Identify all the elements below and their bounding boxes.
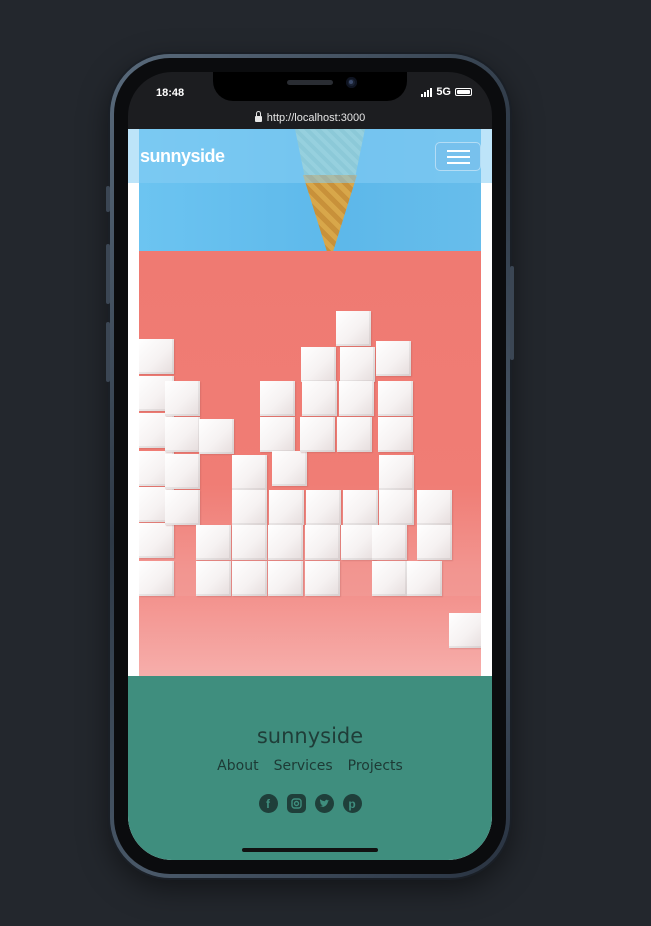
social-links: f p	[128, 794, 492, 813]
pinterest-icon[interactable]: p	[342, 794, 362, 813]
home-indicator[interactable]	[242, 848, 378, 852]
sugar-cube	[417, 490, 452, 525]
sugar-cube	[196, 561, 231, 596]
sugar-cube	[139, 523, 174, 558]
lock-icon	[254, 111, 262, 122]
sugar-cube	[305, 525, 340, 560]
sugar-cube	[269, 490, 304, 525]
phone-mute-switch	[106, 186, 110, 212]
signal-icon	[421, 87, 433, 97]
twitter-icon[interactable]	[314, 794, 334, 813]
sugar-cube	[372, 561, 407, 596]
footer-nav: About Services Projects	[128, 758, 492, 774]
sugar-cube	[196, 525, 231, 560]
sugar-cube	[376, 341, 411, 376]
notch	[213, 72, 407, 101]
status-indicators: 5G	[421, 86, 472, 98]
sugar-cube	[232, 525, 267, 560]
sugar-cube	[341, 525, 376, 560]
sugar-cube	[339, 381, 374, 416]
sugar-cube	[139, 561, 174, 596]
sugar-cube	[336, 311, 371, 346]
footer-link-about[interactable]: About	[217, 758, 258, 774]
sugar-cube	[268, 561, 303, 596]
network-label: 5G	[436, 86, 451, 98]
sugar-cube	[165, 490, 200, 525]
phone-screen: 18:48 5G http://localhost:3000 sunnyside	[128, 72, 492, 860]
footer-logo[interactable]: sunnyside	[128, 724, 492, 748]
footer-link-services[interactable]: Services	[274, 758, 333, 774]
speaker-grille	[287, 80, 333, 85]
sugar-cube	[165, 417, 200, 452]
facebook-icon[interactable]: f	[258, 794, 278, 813]
camera-icon	[346, 77, 357, 88]
sugar-cube	[340, 347, 375, 382]
sugar-cube	[165, 381, 200, 416]
table-surface	[139, 596, 481, 676]
sugar-cube	[378, 417, 413, 452]
sugar-cube	[139, 339, 174, 374]
battery-icon	[455, 88, 472, 96]
sugar-cube	[301, 347, 336, 382]
sugar-cube	[306, 490, 341, 525]
sugar-cube	[232, 455, 267, 490]
sugar-cube	[449, 613, 481, 648]
sugar-cube	[417, 525, 452, 560]
sugar-cube	[379, 490, 414, 525]
sugar-cube	[305, 561, 340, 596]
site-footer: sunnyside About Services Projects f p	[128, 676, 492, 860]
instagram-icon[interactable]	[286, 794, 306, 813]
sugar-cube	[272, 451, 307, 486]
status-time: 18:48	[156, 87, 185, 99]
web-page: sunnyside sunnyside About Services Proje…	[128, 129, 492, 860]
sugar-cube	[337, 417, 372, 452]
site-logo[interactable]: sunnyside	[140, 146, 225, 167]
address-bar[interactable]: http://localhost:3000	[128, 106, 492, 129]
sugar-cube	[268, 525, 303, 560]
sugar-cube	[232, 561, 267, 596]
sugar-cube	[232, 490, 267, 525]
sugar-cube	[165, 454, 200, 489]
sugar-cube	[260, 381, 295, 416]
sugar-cube	[199, 419, 234, 454]
sugar-cube	[343, 490, 378, 525]
phone-power-button	[510, 266, 514, 360]
sugar-cube	[302, 381, 337, 416]
sugar-cube	[260, 417, 295, 452]
sugar-cube	[378, 381, 413, 416]
phone-volume-up	[106, 244, 110, 304]
phone-volume-down	[106, 322, 110, 382]
hero-image-sugar-cubes	[139, 251, 481, 676]
sugar-cube	[372, 525, 407, 560]
sugar-cube	[379, 455, 414, 490]
site-header: sunnyside	[128, 129, 492, 183]
sugar-cube	[300, 417, 335, 452]
sugar-cube	[407, 561, 442, 596]
hamburger-menu-icon[interactable]	[435, 142, 481, 171]
ice-cream-cone	[303, 175, 357, 251]
footer-link-projects[interactable]: Projects	[348, 758, 403, 774]
url-text: http://localhost:3000	[266, 111, 366, 124]
